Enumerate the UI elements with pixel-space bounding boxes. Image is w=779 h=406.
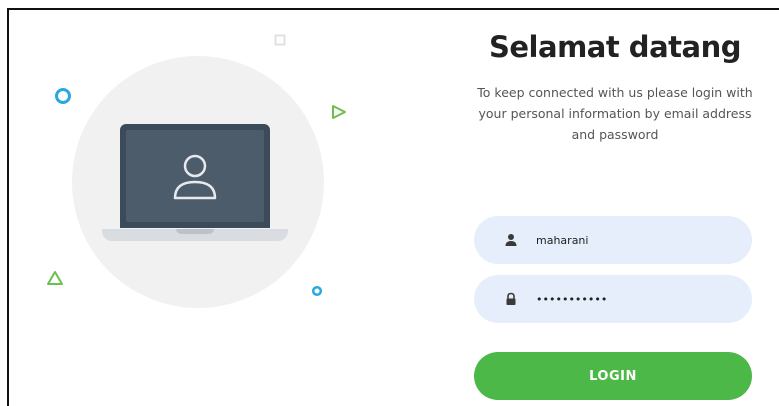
password-field[interactable] bbox=[474, 275, 752, 323]
user-icon bbox=[505, 234, 517, 246]
username-field[interactable] bbox=[474, 216, 752, 264]
login-subtitle: To keep connected with us please login w… bbox=[477, 85, 753, 142]
user-outline-icon bbox=[173, 154, 217, 200]
username-input[interactable] bbox=[536, 216, 736, 264]
deco-triangle-up-icon bbox=[47, 271, 63, 285]
deco-square-icon bbox=[274, 34, 286, 46]
login-panel: Selamat datang To keep connected with us… bbox=[470, 0, 760, 406]
page-title: Selamat datang bbox=[489, 30, 741, 64]
lock-icon bbox=[506, 292, 516, 305]
deco-triangle-right-icon bbox=[332, 105, 346, 119]
password-input[interactable] bbox=[536, 275, 736, 323]
deco-circle-blue-icon bbox=[55, 88, 71, 104]
laptop-notch bbox=[176, 229, 214, 234]
deco-circle-small-icon bbox=[311, 285, 323, 297]
login-illustration bbox=[0, 0, 380, 406]
login-button[interactable]: LOGIN bbox=[474, 352, 752, 400]
